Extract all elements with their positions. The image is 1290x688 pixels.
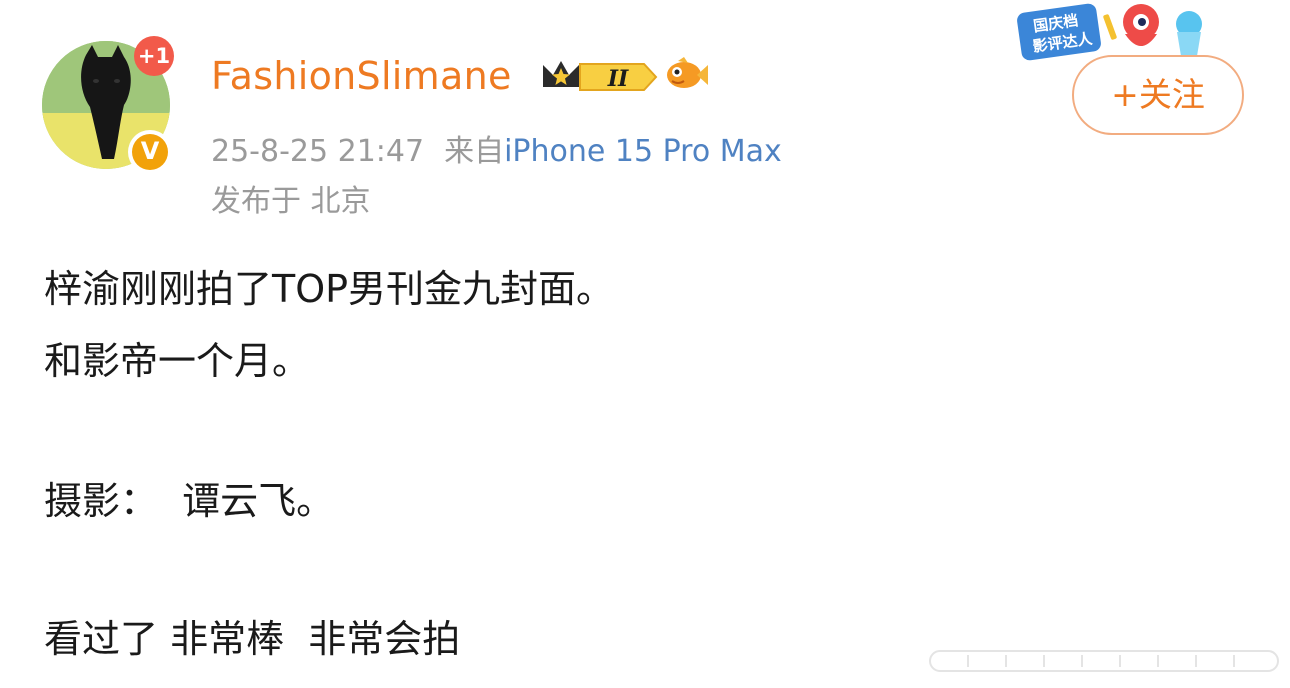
level-badge-text: II <box>607 66 629 92</box>
verified-icon: V <box>128 130 172 174</box>
post-line: 梓渝刚刚拍了TOP男刊金九封面。 <box>44 267 615 311</box>
fish-icon <box>667 57 708 88</box>
post-line: 和影帝一个月。 <box>44 339 311 383</box>
post-line: 看过了 非常棒 非常会拍 <box>44 617 461 661</box>
verified-badge-label: V <box>132 134 168 170</box>
location: 发布于 北京 <box>211 184 371 219</box>
timestamp: 25-8-25 21:47 <box>211 134 425 169</box>
crown-icon <box>543 61 579 87</box>
post-line: 摄影： 谭云飞。 <box>44 479 335 523</box>
notification-badge: +1 <box>134 36 174 76</box>
level-icon: II <box>579 63 658 92</box>
scroll-indicator <box>929 650 1279 672</box>
device-link[interactable]: iPhone 15 Pro Max <box>504 134 782 169</box>
post-meta: 25-8-25 21:47 来自iPhone 15 Pro Max <box>211 126 782 170</box>
source-prefix: 来自 <box>444 134 505 169</box>
username[interactable]: FashionSlimane <box>211 54 512 98</box>
follow-button[interactable]: +关注 <box>1072 55 1244 135</box>
